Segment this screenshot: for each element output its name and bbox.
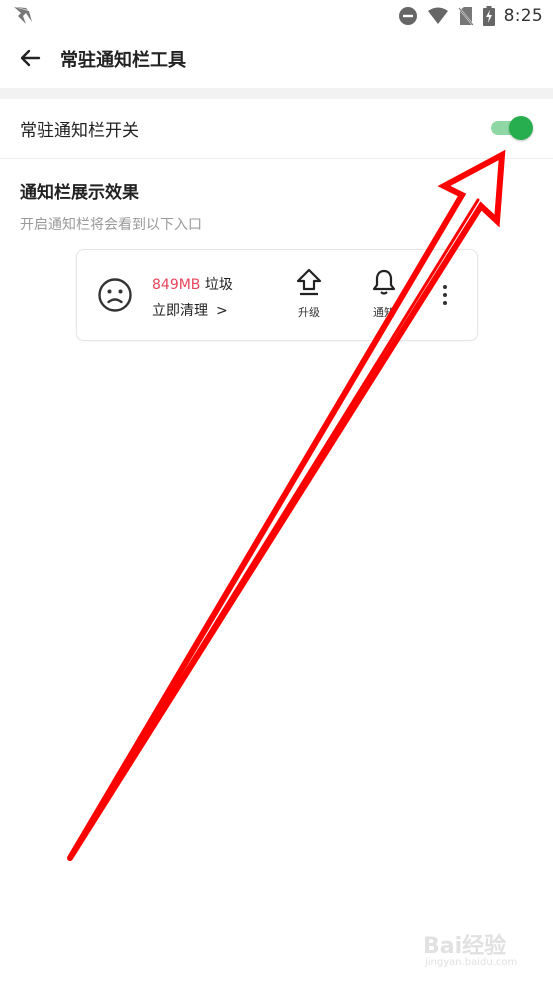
notification-button[interactable]: 通知 — [366, 268, 402, 320]
upload-arrow-icon — [296, 268, 322, 300]
upgrade-label: 升级 — [298, 306, 320, 319]
sad-face-icon — [97, 277, 133, 313]
upgrade-button[interactable]: 升级 — [291, 268, 327, 320]
section-divider — [0, 88, 553, 99]
chevron-right-icon: > — [216, 303, 228, 319]
baidu-watermark: Bai经验 jingyan.baidu.com — [423, 928, 533, 973]
toggle-knob — [509, 116, 533, 140]
page-title: 常驻通知栏工具 — [60, 50, 186, 71]
no-sim-icon — [457, 6, 474, 26]
setting-label: 常驻通知栏开关 — [20, 121, 139, 141]
notification-label: 通知 — [373, 306, 395, 319]
do-not-disturb-icon — [398, 6, 418, 26]
app-notification-icon — [12, 4, 34, 26]
clean-now-label: 立即清理 — [152, 303, 208, 319]
setting-row-persistent-notification: 常驻通知栏开关 — [0, 99, 553, 159]
more-vertical-icon — [439, 285, 451, 311]
screen: 8:25 常驻通知栏工具 常驻通知栏开关 通知栏展示效果 开启通知栏将会看到以下… — [0, 0, 553, 983]
status-time: 8:25 — [503, 6, 543, 26]
junk-size-text: 849MB 垃圾 — [152, 274, 233, 294]
preview-heading: 通知栏展示效果 — [20, 183, 139, 203]
status-icons: 8:25 — [398, 3, 543, 29]
status-bar: 8:25 — [0, 0, 553, 32]
battery-charging-icon — [482, 6, 495, 26]
arrow-left-icon — [18, 46, 42, 74]
watermark-url: jingyan.baidu.com — [425, 957, 518, 968]
junk-label: 垃圾 — [204, 277, 233, 293]
wifi-icon — [427, 7, 449, 25]
clean-now-link[interactable]: 立即清理 > — [152, 300, 228, 320]
junk-size-value: 849MB — [152, 277, 201, 293]
app-bar: 常驻通知栏工具 — [0, 32, 553, 88]
more-button[interactable] — [439, 283, 451, 307]
watermark-brand: Bai经验 — [423, 934, 507, 959]
bell-icon — [371, 269, 397, 300]
back-button[interactable] — [14, 44, 46, 76]
persistent-notification-toggle[interactable] — [489, 114, 535, 142]
notification-preview-card: 849MB 垃圾 立即清理 > 升级 通知 — [76, 249, 478, 341]
preview-hint: 开启通知栏将会看到以下入口 — [20, 217, 202, 233]
